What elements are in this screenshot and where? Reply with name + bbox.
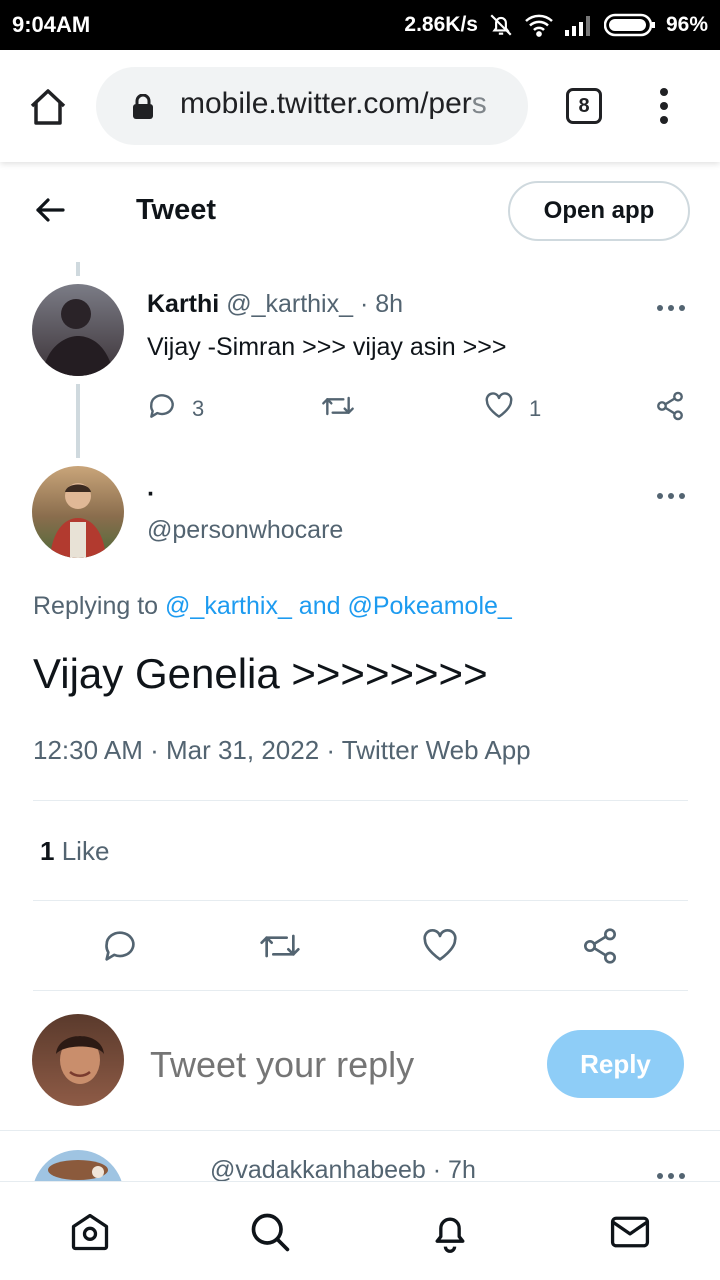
more-horiz-icon[interactable]: [656, 299, 686, 311]
parent-share-action[interactable]: [654, 390, 686, 428]
battery-level: 96%: [665, 13, 708, 36]
thread-connector-top: [76, 262, 80, 276]
tweet-timestamp[interactable]: 12:30 AM · Mar 31, 2022 · Twitter Web Ap…: [33, 735, 531, 766]
likes-count[interactable]: 1 Like: [40, 836, 109, 867]
parent-like-action[interactable]: 1: [483, 390, 541, 428]
browser-home-icon[interactable]: [24, 84, 72, 132]
divider: [33, 990, 688, 991]
retweet-icon: [258, 926, 302, 972]
mute-bell-icon: [488, 12, 514, 38]
status-bar: 9:04AM 2.86K/s 96%: [0, 0, 720, 50]
main-tweet-author-handle[interactable]: @personwhocare: [147, 516, 343, 545]
main-tweet-text: Vijay Genelia >>>>>>>>: [33, 650, 488, 697]
more-horiz-icon[interactable]: [656, 487, 686, 499]
open-app-button[interactable]: Open app: [508, 181, 690, 241]
avatar[interactable]: [32, 284, 124, 376]
browser-toolbar: mobile.twitter.com/pers 8: [0, 50, 720, 162]
thread-connector: [76, 384, 80, 458]
page-title: Tweet: [136, 194, 217, 226]
address-bar[interactable]: mobile.twitter.com/pers: [96, 67, 528, 145]
reply-icon: [146, 390, 178, 428]
avatar[interactable]: [32, 466, 124, 558]
status-time: 9:04AM: [12, 12, 91, 37]
share-icon: [654, 390, 686, 428]
main-tweet-author-name[interactable]: ·: [147, 480, 155, 509]
mail-icon[interactable]: [608, 1210, 652, 1254]
parent-retweet-action[interactable]: [320, 390, 356, 428]
net-speed: 2.86K/s: [404, 13, 478, 36]
battery-icon: [603, 13, 656, 37]
more-horiz-icon[interactable]: [656, 1167, 686, 1179]
tab-switcher-button[interactable]: 8: [566, 88, 602, 124]
like-button[interactable]: [420, 926, 460, 972]
search-icon[interactable]: [248, 1210, 292, 1254]
divider: [0, 1130, 720, 1131]
bottom-nav: [0, 1181, 720, 1280]
like-count: 1: [529, 396, 542, 421]
lock-icon: [132, 93, 154, 125]
bell-icon[interactable]: [428, 1210, 472, 1254]
more-vert-icon[interactable]: [652, 86, 676, 126]
parent-tweet-text: Vijay -Simran >>> vijay asin >>>: [147, 333, 507, 361]
divider: [33, 900, 688, 901]
status-right: 2.86K/s 96%: [404, 10, 708, 40]
retweet-icon: [320, 390, 356, 428]
reply-count: 3: [192, 396, 205, 421]
url-text: mobile.twitter.com/pers: [180, 87, 487, 120]
reply-button[interactable]: [100, 926, 140, 972]
retweet-button[interactable]: [258, 926, 302, 972]
share-icon: [580, 926, 620, 972]
reply-submit-button[interactable]: Reply: [547, 1030, 684, 1098]
back-arrow-icon[interactable]: [30, 190, 70, 230]
wifi-icon: [524, 13, 554, 37]
like-icon: [483, 390, 515, 428]
share-button[interactable]: [580, 926, 620, 972]
home-icon[interactable]: [68, 1210, 112, 1254]
parent-reply-action[interactable]: 3: [146, 390, 204, 428]
divider: [33, 800, 688, 801]
tweet-reply-input[interactable]: [150, 1040, 530, 1090]
like-icon: [420, 926, 460, 972]
reply-icon: [100, 926, 140, 972]
replying-to-users-link[interactable]: @_karthix_ and @Pokeamole_: [165, 592, 512, 620]
replying-to: Replying to @_karthix_ and @Pokeamole_: [33, 592, 512, 620]
signal-icon: [564, 13, 594, 37]
parent-tweet-author[interactable]: Karthi @_karthix_ · 8h: [147, 290, 403, 319]
user-avatar[interactable]: [32, 1014, 124, 1106]
